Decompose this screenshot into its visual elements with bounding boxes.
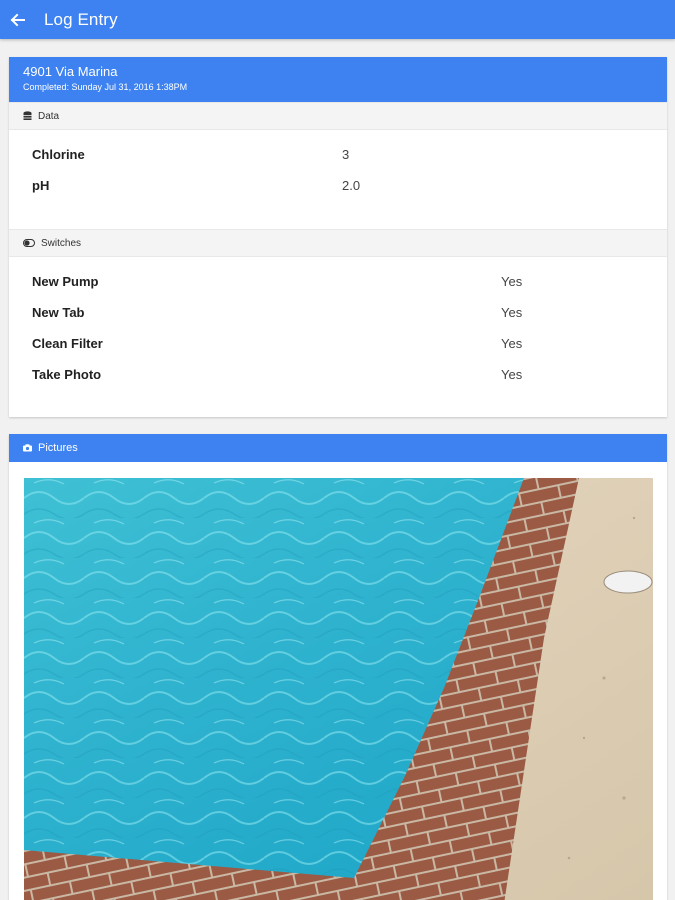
pictures-card: Pictures bbox=[9, 434, 667, 900]
camera-icon bbox=[23, 444, 32, 452]
data-section-header: Data bbox=[9, 102, 667, 130]
switch-row-label: New Pump bbox=[32, 274, 99, 289]
switch-row-value: Yes bbox=[501, 336, 523, 351]
switches-section-title: Switches bbox=[41, 237, 82, 249]
pictures-header: Pictures bbox=[9, 434, 667, 462]
switch-rows: New Pump Yes New Tab Yes Clean Filter Ye… bbox=[9, 257, 667, 398]
toggle-icon bbox=[23, 239, 35, 247]
entry-header: 4901 Via Marina Completed: Sunday Jul 31… bbox=[9, 57, 667, 102]
switch-row-label: New Tab bbox=[32, 305, 85, 320]
data-row-chlorine: Chlorine 3 bbox=[9, 147, 667, 178]
data-row-label: Chlorine bbox=[32, 147, 85, 162]
app-bar: Log Entry bbox=[0, 0, 675, 39]
switch-row-value: Yes bbox=[501, 367, 523, 382]
switch-row-clean-filter: Clean Filter Yes bbox=[9, 336, 667, 367]
switches-section-header: Switches bbox=[9, 229, 667, 257]
data-section-title: Data bbox=[38, 110, 60, 122]
data-row-value: 2.0 bbox=[342, 178, 361, 193]
data-row-ph: pH 2.0 bbox=[9, 178, 667, 209]
switch-row-label: Clean Filter bbox=[32, 336, 103, 351]
database-icon bbox=[23, 111, 32, 121]
pool-photo[interactable] bbox=[24, 478, 653, 900]
switch-row-new-pump: New Pump Yes bbox=[9, 274, 667, 305]
data-row-label: pH bbox=[32, 178, 50, 193]
back-button[interactable] bbox=[2, 0, 32, 39]
switch-row-new-tab: New Tab Yes bbox=[9, 305, 667, 336]
entry-completed: Completed: Sunday Jul 31, 2016 1:38PM bbox=[23, 82, 188, 92]
switch-row-value: Yes bbox=[501, 274, 523, 289]
entry-address: 4901 Via Marina bbox=[23, 64, 118, 79]
page-title: Log Entry bbox=[44, 9, 118, 29]
switch-row-value: Yes bbox=[501, 305, 523, 320]
switch-row-take-photo: Take Photo Yes bbox=[9, 367, 667, 398]
pictures-section-title: Pictures bbox=[38, 442, 78, 454]
arrow-left-icon bbox=[10, 13, 25, 26]
log-entry-card: 4901 Via Marina Completed: Sunday Jul 31… bbox=[9, 57, 667, 417]
data-rows: Chlorine 3 pH 2.0 bbox=[9, 130, 667, 229]
data-row-value: 3 bbox=[342, 147, 350, 162]
switch-row-label: Take Photo bbox=[32, 367, 102, 382]
